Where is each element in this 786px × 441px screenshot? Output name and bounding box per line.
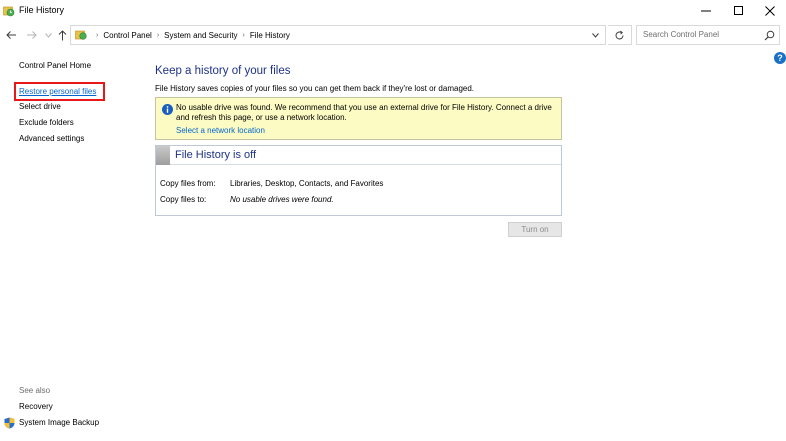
breadcrumb-control-panel[interactable]: Control Panel xyxy=(103,31,151,40)
up-button[interactable] xyxy=(55,28,69,42)
window-title: File History xyxy=(19,5,65,15)
breadcrumb-separator: › xyxy=(242,31,245,39)
file-history-icon xyxy=(3,6,15,17)
minimize-button[interactable] xyxy=(689,0,722,22)
control-panel-icon xyxy=(75,30,87,40)
shield-icon xyxy=(4,417,15,429)
search-placeholder: Search Control Panel xyxy=(643,30,720,39)
turn-on-button[interactable]: Turn on xyxy=(508,222,562,237)
search-input[interactable]: Search Control Panel xyxy=(636,25,780,45)
close-icon xyxy=(764,6,775,16)
info-banner: No usable drive was found. We recommend … xyxy=(155,97,562,140)
back-button[interactable] xyxy=(4,28,18,42)
chevron-down-icon xyxy=(591,32,599,38)
page-title: Keep a history of your files xyxy=(155,65,291,77)
left-pane: Control Panel Home Restore personal file… xyxy=(0,50,140,441)
minimize-icon xyxy=(700,10,711,12)
refresh-icon xyxy=(615,30,624,39)
advanced-settings-link[interactable]: Advanced settings xyxy=(19,134,84,143)
address-dropdown-button[interactable] xyxy=(588,29,602,41)
forward-button[interactable] xyxy=(24,28,38,42)
help-icon[interactable]: ? xyxy=(774,52,786,64)
close-button[interactable] xyxy=(753,0,786,22)
status-title: File History is off xyxy=(175,149,257,161)
control-panel-home-link[interactable]: Control Panel Home xyxy=(19,61,91,70)
select-network-location-link[interactable]: Select a network location xyxy=(176,126,265,135)
status-panel: File History is off Copy files from: Lib… xyxy=(155,145,562,216)
address-bar[interactable]: › Control Panel › System and Security › … xyxy=(70,25,606,45)
recovery-link[interactable]: Recovery xyxy=(19,402,53,411)
see-also-label: See also xyxy=(19,386,51,395)
breadcrumb-file-history[interactable]: File History xyxy=(250,31,290,40)
status-indicator xyxy=(156,146,170,165)
breadcrumb-separator: › xyxy=(96,31,99,39)
exclude-folders-link[interactable]: Exclude folders xyxy=(19,118,74,127)
title-bar: File History xyxy=(0,0,786,22)
maximize-icon xyxy=(733,6,743,15)
chevron-down-icon xyxy=(44,32,52,38)
status-header: File History is off xyxy=(156,146,561,165)
highlight-box xyxy=(14,82,105,101)
select-drive-link[interactable]: Select drive xyxy=(19,102,61,111)
search-icon xyxy=(764,30,775,41)
breadcrumb-system-and-security[interactable]: System and Security xyxy=(164,31,237,40)
page-description: File History saves copies of your files … xyxy=(155,84,475,93)
copy-to-label: Copy files to: xyxy=(160,195,207,204)
copy-from-label: Copy files from: xyxy=(160,179,216,188)
svg-text:?: ? xyxy=(777,53,783,63)
info-icon xyxy=(162,104,173,115)
breadcrumb: › Control Panel › System and Security › … xyxy=(75,29,290,41)
recent-locations-button[interactable] xyxy=(41,28,55,42)
up-arrow-icon xyxy=(58,29,66,40)
copy-to-value: No usable drives were found. xyxy=(230,195,334,204)
info-message: No usable drive was found. We recommend … xyxy=(176,103,552,122)
back-arrow-icon xyxy=(5,31,16,39)
copy-from-value: Libraries, Desktop, Contacts, and Favori… xyxy=(230,179,384,188)
system-image-backup-link[interactable]: System Image Backup xyxy=(19,418,99,427)
refresh-button[interactable] xyxy=(608,25,632,45)
maximize-button[interactable] xyxy=(722,0,755,22)
forward-arrow-icon xyxy=(26,31,37,39)
breadcrumb-separator: › xyxy=(156,31,160,39)
